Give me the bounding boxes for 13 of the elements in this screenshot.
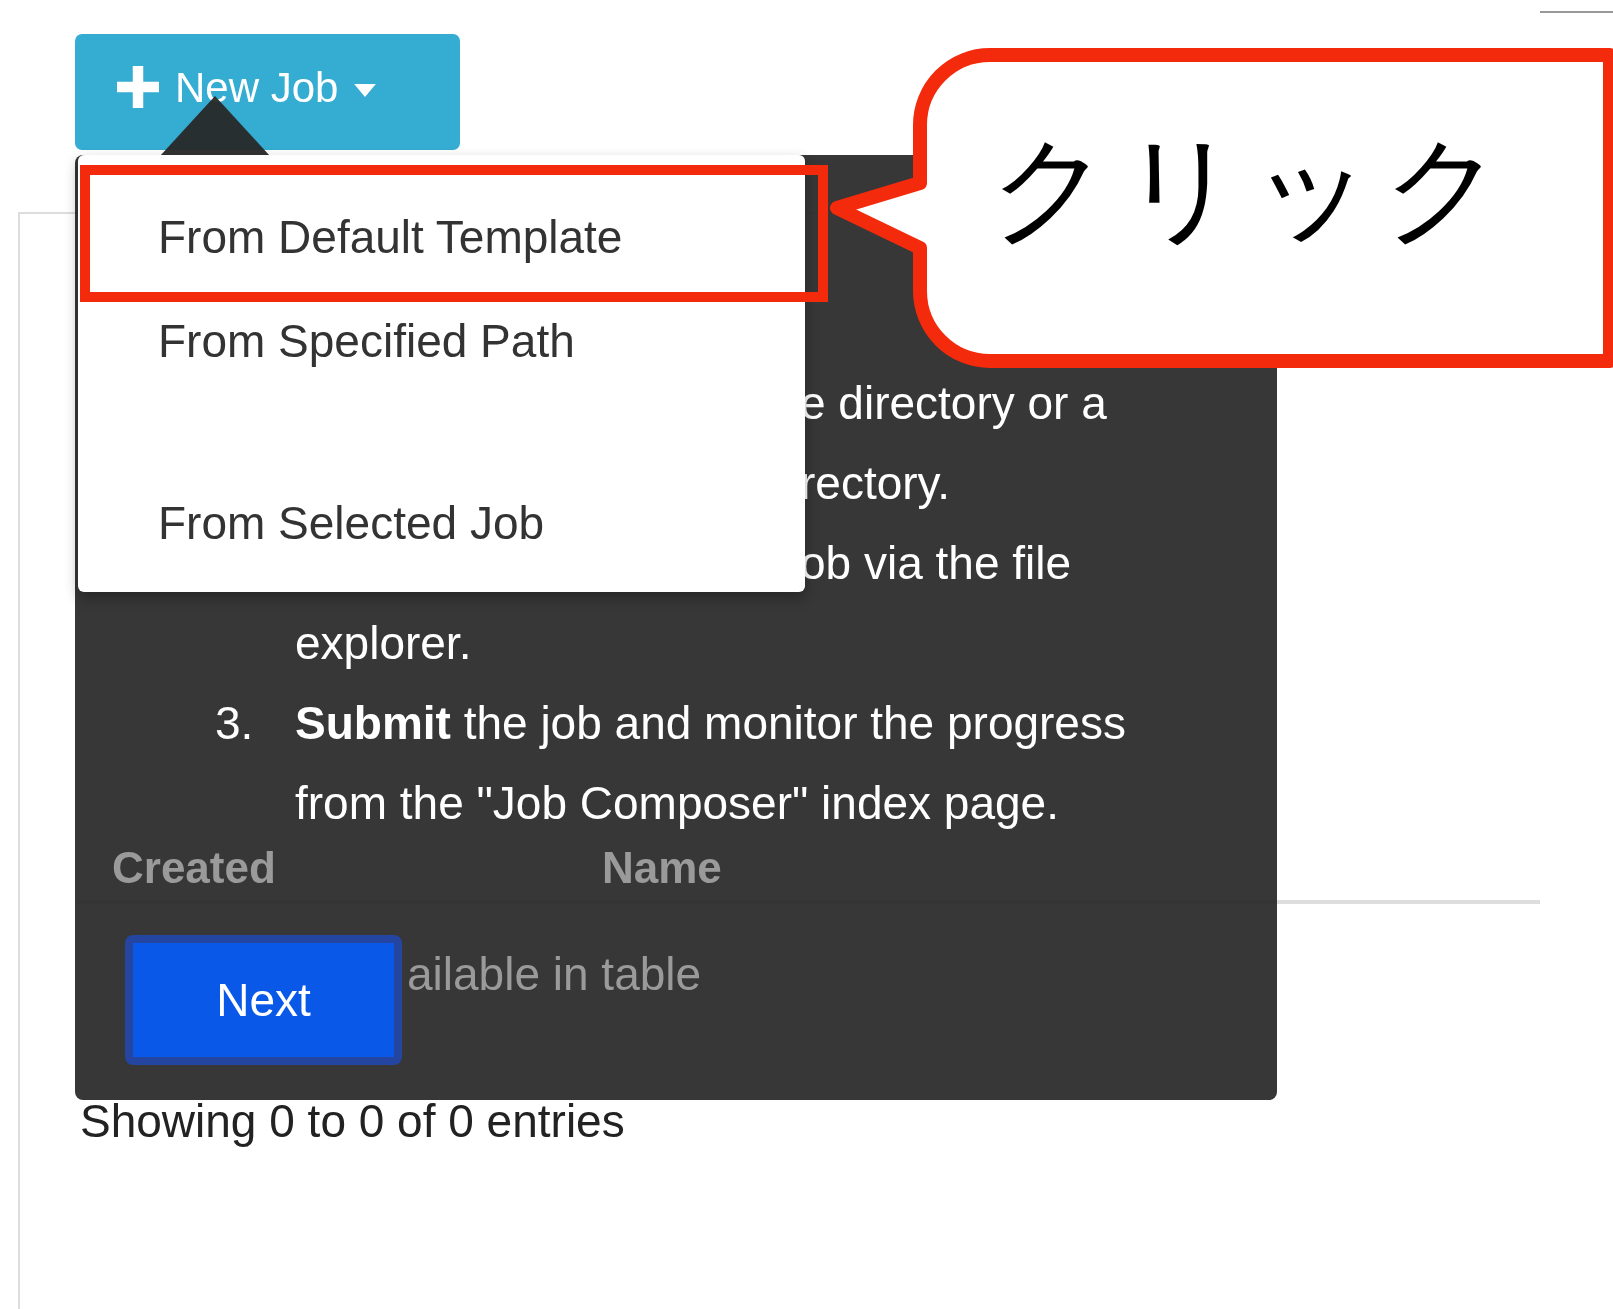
menu-item[interactable]: From Default Template — [78, 185, 805, 289]
caret-icon — [354, 84, 377, 97]
menu-item[interactable]: From Specified Path — [78, 289, 805, 393]
empty-table-text: ailable in table — [407, 947, 702, 1001]
table-info-text: Showing 0 to 0 of 0 entries — [80, 1094, 626, 1148]
column-header[interactable]: Created — [112, 846, 602, 890]
step-text: explorer. — [295, 616, 472, 671]
column-header[interactable]: Name — [602, 846, 722, 890]
callout-text: クリック — [990, 118, 1514, 259]
step-text: Submit the job and monitor the progress from the "Job Composer" index page. — [295, 696, 1127, 831]
plus-icon — [117, 66, 159, 108]
step-number: 3. — [215, 696, 255, 751]
next-button[interactable]: Next — [125, 935, 402, 1065]
